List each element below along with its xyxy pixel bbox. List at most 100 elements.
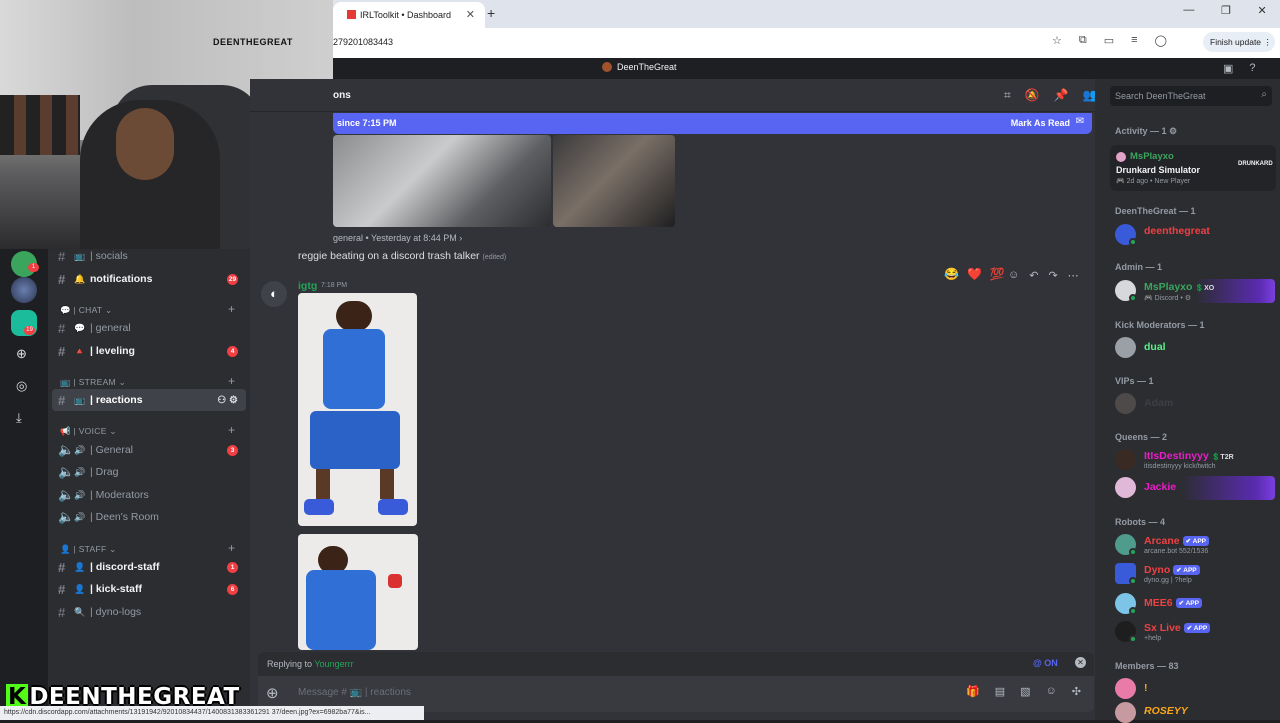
more-icon[interactable]: ⋯ bbox=[1068, 269, 1079, 282]
mark-read-icon: ✉ bbox=[1075, 116, 1084, 127]
hash-icon: # bbox=[58, 320, 66, 336]
category-staff[interactable]: 👤 | STAFF ⌄ bbox=[60, 544, 117, 555]
replying-to-label: Replying to bbox=[267, 659, 313, 669]
sticker-icon[interactable]: ▧ bbox=[1020, 685, 1030, 698]
profile-icon[interactable]: ◯ bbox=[1155, 34, 1167, 47]
hash-icon: # bbox=[58, 248, 66, 264]
voice-channel-drag[interactable]: 🔈 🔊 | Drag bbox=[52, 461, 246, 483]
url-text[interactable]: 279201083443 bbox=[333, 37, 393, 47]
avatar[interactable]: ◐ bbox=[261, 281, 287, 307]
maximize-button[interactable]: ❐ bbox=[1221, 4, 1231, 17]
download-icon[interactable]: ⤓ bbox=[16, 410, 22, 426]
add-channel-icon[interactable]: + bbox=[228, 423, 235, 437]
pin-icon[interactable]: 📌 bbox=[1054, 88, 1069, 103]
channel-reactions[interactable]: # 📺 | reactions ⚇ ⚙ bbox=[52, 389, 246, 411]
mute-icon[interactable]: 🔕 bbox=[1025, 88, 1040, 103]
channel-emoji: 📺 bbox=[74, 394, 86, 405]
add-channel-icon[interactable]: + bbox=[228, 374, 235, 388]
attach-icon[interactable]: ⊕ bbox=[266, 684, 279, 702]
message-image[interactable] bbox=[333, 135, 551, 227]
channel-dyno-logs[interactable]: # 🔍 | dyno-logs bbox=[52, 601, 246, 623]
mention-toggle[interactable]: @ ON bbox=[1033, 658, 1058, 668]
category-chat[interactable]: 💬 | CHAT ⌄ bbox=[60, 305, 112, 316]
member-item[interactable]: dual bbox=[1115, 336, 1275, 362]
apps-icon[interactable]: ✣ bbox=[1072, 685, 1081, 698]
bookmark-star-icon[interactable]: ☆ bbox=[1052, 34, 1062, 47]
channel-leveling[interactable]: # 🔺 | leveling 4 bbox=[52, 340, 246, 362]
cancel-reply-icon[interactable]: ✕ bbox=[1075, 657, 1086, 668]
close-window-button[interactable]: ✕ bbox=[1257, 4, 1266, 17]
channel-socials[interactable]: # 📺 | socials bbox=[52, 245, 246, 267]
member-name-text: ItIsDestinyyy bbox=[1144, 450, 1209, 462]
online-status-icon bbox=[1129, 607, 1137, 615]
member-item[interactable]: Arcane ✔ APP arcane.bot 552/1536 bbox=[1115, 533, 1275, 559]
member-item[interactable]: ROSEYY bbox=[1115, 701, 1275, 723]
laugh-emoji-icon[interactable]: 😂 bbox=[944, 267, 959, 281]
finish-update-button[interactable]: Finish update ⋮ bbox=[1203, 32, 1275, 52]
message-image[interactable] bbox=[298, 534, 418, 650]
member-item[interactable]: ItIsDestinyyy 💲T2R itisdestinyyy kick/twi… bbox=[1115, 448, 1275, 474]
cast-icon[interactable]: ▭ bbox=[1104, 34, 1114, 47]
add-server-icon[interactable]: ⊕ bbox=[16, 346, 27, 362]
browser-tab[interactable]: IRLToolkit • Dashboard ✕ bbox=[333, 2, 485, 28]
forward-icon[interactable]: ↷ bbox=[1048, 269, 1057, 282]
extensions-icon[interactable]: ⧉ bbox=[1079, 34, 1087, 47]
help-icon[interactable]: ? bbox=[1249, 62, 1255, 75]
window-controls: — ❐ ✕ bbox=[1170, 4, 1280, 17]
minimize-button[interactable]: — bbox=[1183, 4, 1194, 17]
group-members: Members — 83 bbox=[1115, 661, 1179, 671]
member-name: dual bbox=[1144, 341, 1166, 353]
voice-channel-deens-room[interactable]: 🔈 🔊 | Deen's Room bbox=[52, 506, 246, 528]
reply-icon[interactable]: ↶ bbox=[1029, 269, 1038, 282]
category-stream[interactable]: 📺 | STREAM ⌄ bbox=[60, 377, 126, 388]
heart-emoji-icon[interactable]: ❤️ bbox=[967, 267, 982, 281]
replying-to: Replying to Youngerrr bbox=[267, 659, 354, 669]
hundred-emoji-icon[interactable]: 💯 bbox=[990, 267, 1005, 281]
discover-icon[interactable]: ◎ bbox=[16, 378, 27, 394]
member-item[interactable]: Jackie bbox=[1115, 476, 1275, 502]
media-icon[interactable]: ≡ bbox=[1131, 34, 1137, 47]
reply-reference[interactable]: general • Yesterday at 8:44 PM › bbox=[333, 233, 462, 243]
member-item[interactable]: Dyno ✔ APP dyno.gg | ?help bbox=[1115, 562, 1275, 588]
server-icon-2[interactable] bbox=[11, 277, 37, 303]
channel-general[interactable]: # 💬 | general bbox=[52, 317, 246, 339]
member-status: 🎮 Discord • ⚙ bbox=[1144, 295, 1192, 302]
invite-settings-icon[interactable]: ⚇ ⚙ bbox=[217, 395, 238, 406]
group-admin: Admin — 1 bbox=[1115, 262, 1163, 272]
voice-channel-general[interactable]: 🔈 🔊 | General 3 bbox=[52, 439, 246, 461]
member-item[interactable]: Sx Live ✔ APP +help bbox=[1115, 620, 1275, 646]
message-author[interactable]: igtg bbox=[298, 280, 317, 292]
message-image[interactable] bbox=[298, 293, 417, 526]
activity-card[interactable]: MsPlayxo Drunkard Simulator 🎮 2d ago • N… bbox=[1110, 145, 1276, 191]
channel-kick-staff[interactable]: # 👤 | kick-staff 6 bbox=[52, 578, 246, 600]
threads-icon[interactable]: ⌗ bbox=[1004, 88, 1011, 103]
gift-icon[interactable]: 🎁 bbox=[966, 685, 980, 698]
search-input[interactable]: Search DeenTheGreat ⌕ bbox=[1110, 86, 1272, 106]
new-tab-button[interactable]: + bbox=[487, 5, 495, 21]
group-queens: Queens — 2 bbox=[1115, 432, 1168, 442]
add-reaction-icon[interactable]: ☺ bbox=[1008, 269, 1019, 282]
add-channel-icon[interactable]: + bbox=[228, 302, 235, 316]
gif-icon[interactable]: ▤ bbox=[995, 685, 1005, 698]
member-item[interactable]: deenthegreat bbox=[1115, 223, 1275, 249]
channel-emoji: 🔍 bbox=[74, 606, 86, 617]
inbox-icon[interactable]: ▣ bbox=[1223, 62, 1233, 75]
tab-close-icon[interactable]: ✕ bbox=[466, 8, 475, 21]
message-input[interactable]: Message # 📺 | reactions bbox=[298, 687, 411, 698]
new-messages-banner[interactable]: since 7:15 PM Mark As Read ✉ bbox=[333, 113, 1092, 134]
category-voice[interactable]: 📢 | VOICE ⌄ bbox=[60, 426, 117, 437]
channel-name: | General bbox=[90, 444, 133, 456]
voice-channel-moderators[interactable]: 🔈 🔊 | Moderators bbox=[52, 484, 246, 506]
add-channel-icon[interactable]: + bbox=[228, 541, 235, 555]
member-item[interactable]: MsPlayxo 💲XO 🎮 Discord • ⚙ bbox=[1115, 279, 1275, 305]
member-item[interactable]: Adam bbox=[1115, 392, 1275, 418]
app-badge: ✔ APP bbox=[1173, 565, 1200, 575]
message-image[interactable] bbox=[553, 135, 675, 227]
message-timestamp: 7:18 PM bbox=[321, 282, 348, 289]
emoji-icon[interactable]: ☺ bbox=[1046, 685, 1057, 698]
member-item[interactable]: ! bbox=[1115, 677, 1275, 703]
channel-notifications[interactable]: # 🔔 notifications 29 bbox=[52, 268, 246, 290]
mark-as-read-button[interactable]: Mark As Read bbox=[1011, 118, 1070, 128]
member-item[interactable]: MEE6 ✔ APP bbox=[1115, 592, 1275, 618]
channel-discord-staff[interactable]: # 👤 | discord-staff 1 bbox=[52, 556, 246, 578]
